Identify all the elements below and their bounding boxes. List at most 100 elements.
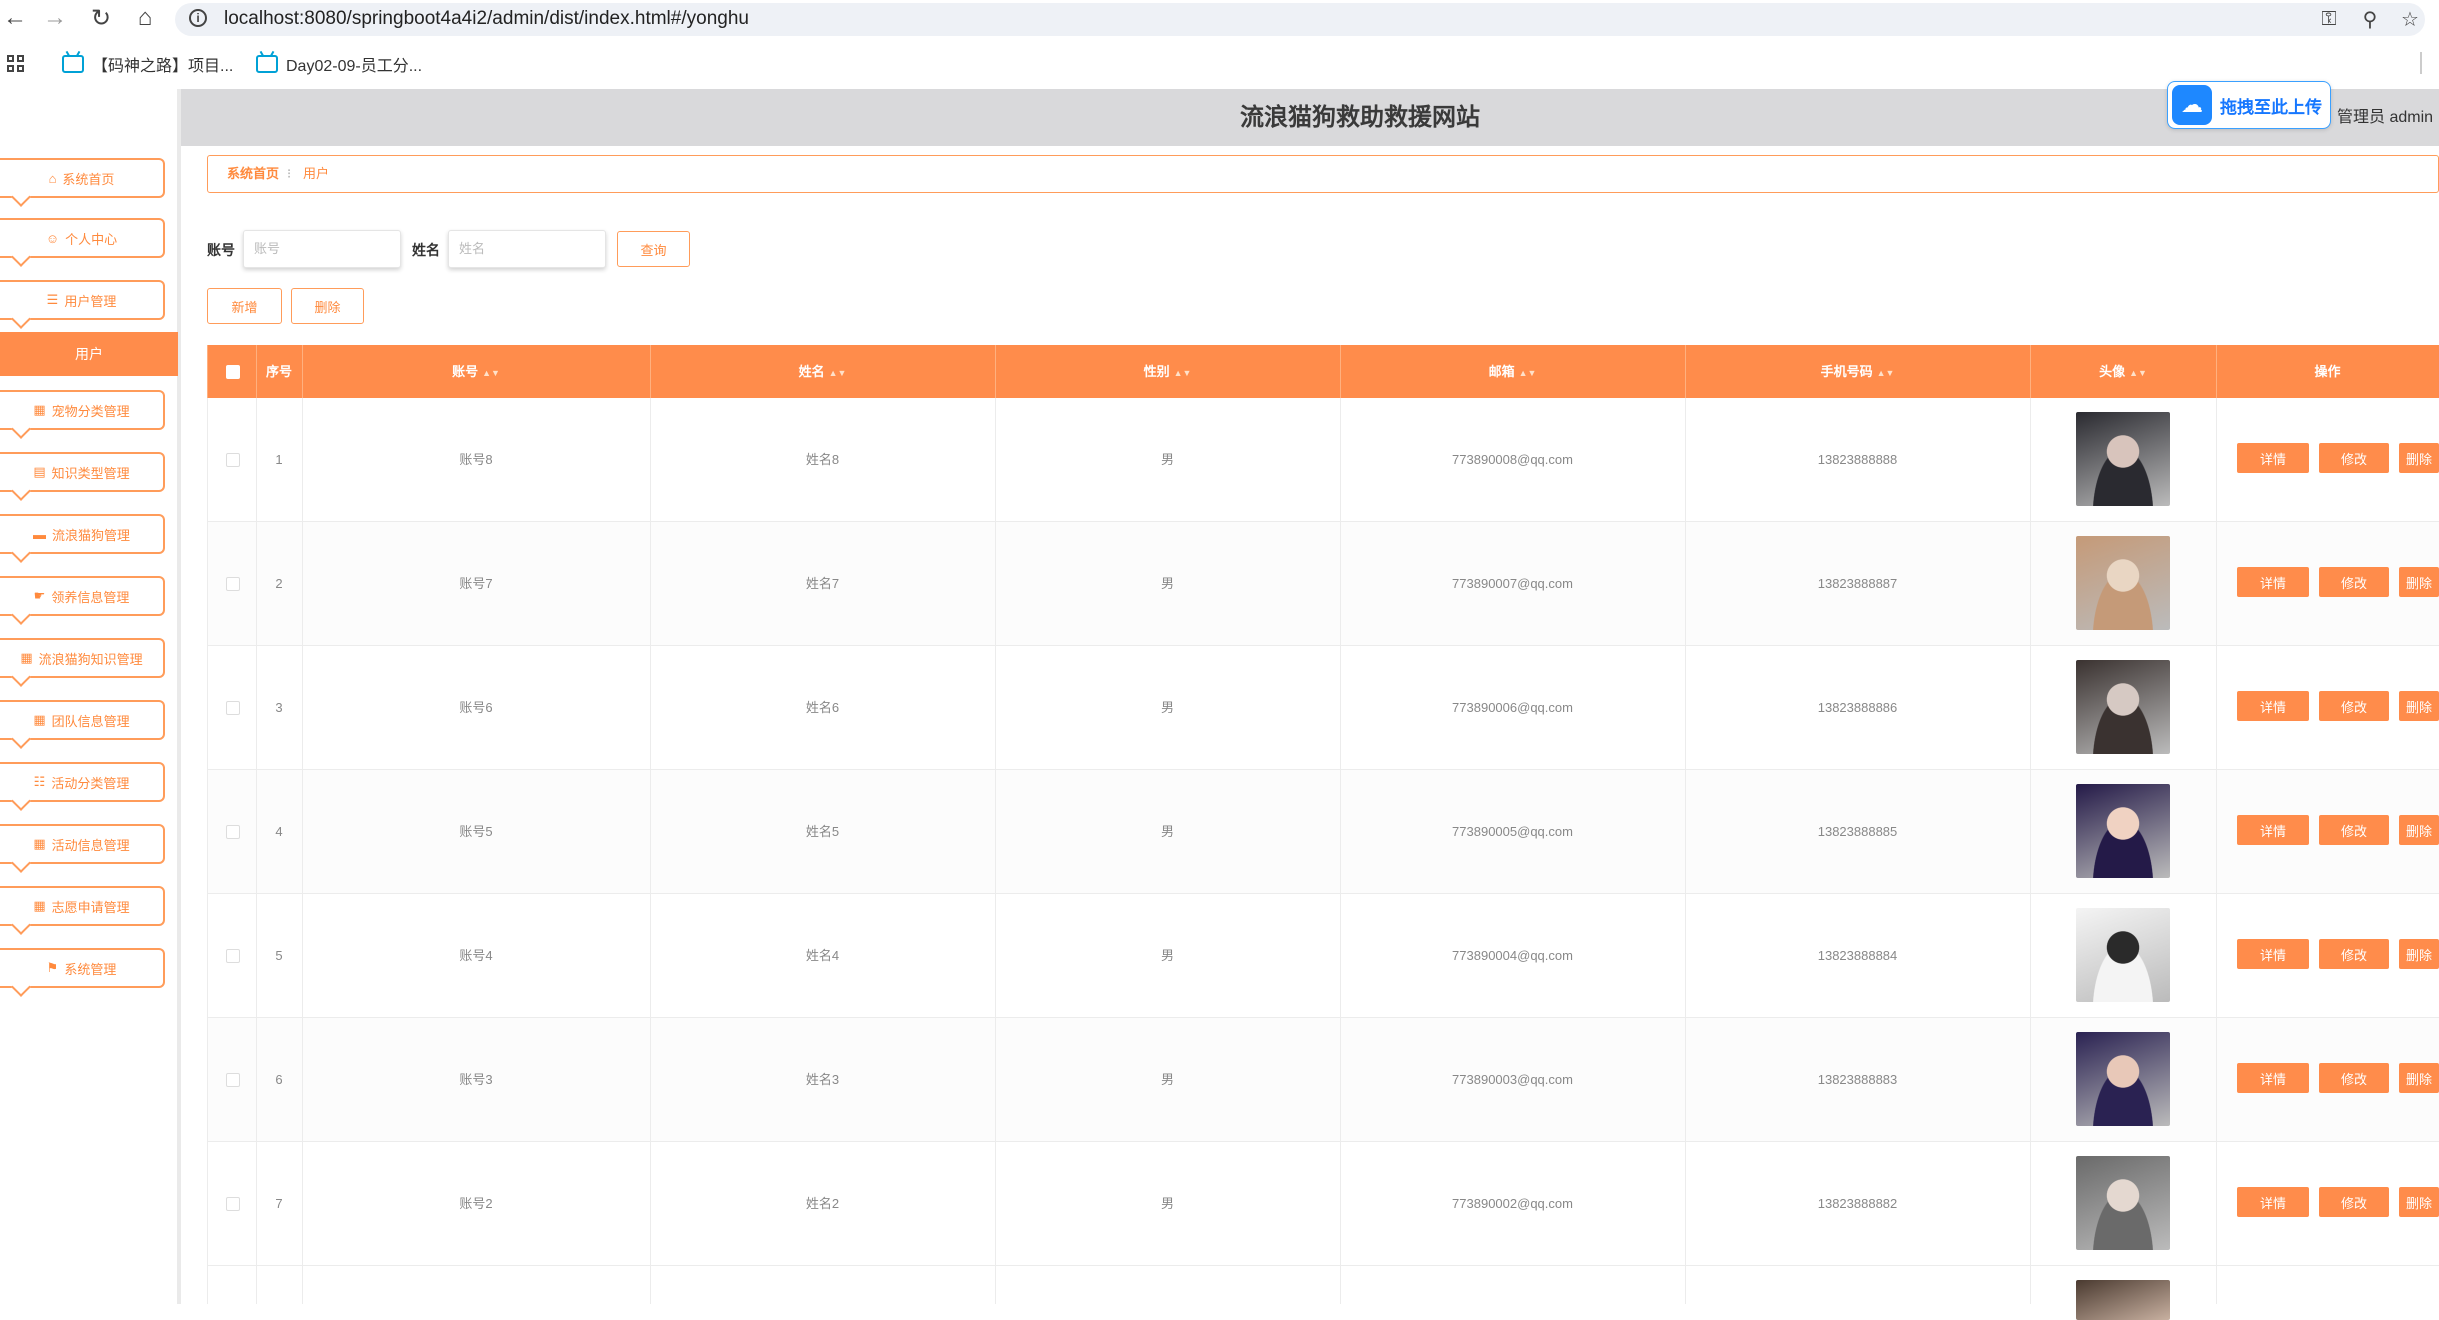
delete-row-button[interactable]: 删除	[2399, 1063, 2439, 1093]
cell-name: 姓名2	[805, 1196, 840, 1211]
column-header-gender[interactable]: 性别 ▲▼	[995, 345, 1340, 398]
bookmark-item[interactable]: 【码神之路】项目...	[62, 51, 233, 77]
edit-row-button[interactable]: 修改	[2319, 567, 2389, 597]
edit-row-button[interactable]: 修改	[2319, 1187, 2389, 1217]
breadcrumb-home-link[interactable]: 系统首页	[227, 164, 279, 184]
cell-index: 3	[275, 700, 283, 715]
detail-row-button[interactable]: 详情	[2237, 815, 2309, 845]
sort-caret-icon: ▲▼	[2129, 368, 2147, 378]
add-button[interactable]: 新增	[207, 288, 282, 324]
column-divider	[650, 345, 651, 398]
cell-email: 773890007@qq.com	[1452, 576, 1573, 591]
bookmark-item[interactable]: Day02-09-员工分...	[256, 51, 422, 77]
row-checkbox[interactable]	[226, 701, 240, 715]
column-header-avatar[interactable]: 头像 ▲▼	[2030, 345, 2216, 398]
password-key-icon[interactable]: ⚿	[2315, 5, 2343, 33]
user-avatar[interactable]	[2076, 536, 2170, 630]
detail-row-button[interactable]: 详情	[2237, 939, 2309, 969]
forward-arrow-icon[interactable]: →	[40, 3, 70, 33]
row-checkbox[interactable]	[226, 453, 240, 467]
detail-row-button[interactable]: 详情	[2237, 1187, 2309, 1217]
upload-dropzone[interactable]: ☁ 拖拽至此上传	[2167, 81, 2331, 129]
row-checkbox[interactable]	[226, 1197, 240, 1211]
grid-icon: ▦	[33, 898, 46, 913]
detail-row-button[interactable]: 详情	[2237, 567, 2309, 597]
url-text[interactable]: localhost:8080/springboot4a4i2/admin/dis…	[224, 6, 749, 32]
account-search-input[interactable]: 账号	[243, 230, 401, 268]
grid-icon: ▦	[33, 836, 46, 851]
row-checkbox[interactable]	[226, 825, 240, 839]
back-arrow-icon[interactable]: ←	[0, 3, 30, 33]
column-divider	[2030, 345, 2031, 398]
delete-row-button[interactable]: 删除	[2399, 1187, 2439, 1217]
edit-row-button[interactable]: 修改	[2319, 691, 2389, 721]
sidebar-item-label: 系统首页	[62, 171, 115, 187]
zoom-icon[interactable]: ⚲	[2356, 5, 2384, 33]
account-label: 账号	[207, 242, 235, 258]
bookmarks-divider	[2420, 52, 2422, 74]
detail-row-button[interactable]: 详情	[2237, 443, 2309, 473]
column-divider	[2216, 345, 2217, 398]
delete-button[interactable]: 删除	[291, 288, 364, 324]
user-avatar[interactable]	[2076, 660, 2170, 754]
row-checkbox[interactable]	[226, 949, 240, 963]
delete-row-button[interactable]: 删除	[2399, 815, 2439, 845]
edit-row-button[interactable]: 修改	[2319, 443, 2389, 473]
upload-label: 拖拽至此上传	[2220, 97, 2322, 117]
cell-index: 4	[275, 824, 283, 839]
apps-grid-icon[interactable]	[7, 55, 24, 72]
user-avatar[interactable]	[2076, 908, 2170, 1002]
column-header-actions: 操作	[2314, 364, 2341, 379]
cell-gender: 男	[1160, 1072, 1174, 1087]
row-checkbox[interactable]	[226, 1073, 240, 1087]
cell-index: 5	[275, 948, 283, 963]
admin-user-label[interactable]: 管理员 admin	[2337, 104, 2433, 132]
detail-row-button[interactable]: 详情	[2237, 691, 2309, 721]
reload-icon[interactable]: ↻	[86, 3, 116, 33]
user-avatar[interactable]	[2076, 412, 2170, 506]
user-avatar[interactable]	[2076, 1032, 2170, 1126]
column-header-account[interactable]: 账号 ▲▼	[302, 345, 650, 398]
cell-email: 773890008@qq.com	[1452, 452, 1573, 467]
cell-email: 773890003@qq.com	[1452, 1072, 1573, 1087]
cell-account: 账号3	[459, 1072, 493, 1087]
user-avatar[interactable]	[2076, 1156, 2170, 1250]
user-icon: ☺	[45, 230, 60, 246]
sidebar-item-label: 流浪猫狗管理	[51, 527, 130, 543]
column-divider	[256, 398, 257, 1304]
name-search-input[interactable]: 姓名	[448, 230, 606, 268]
delete-row-button[interactable]: 删除	[2399, 691, 2439, 721]
query-button[interactable]: 查询	[617, 231, 690, 267]
sort-caret-icon: ▲▼	[828, 368, 847, 378]
detail-row-button[interactable]: 详情	[2237, 1063, 2309, 1093]
breadcrumb	[207, 155, 2439, 193]
cell-phone: 13823888887	[1817, 576, 1898, 591]
cloud-upload-icon: ☁	[2172, 85, 2212, 125]
user-avatar[interactable]	[2076, 1280, 2170, 1320]
column-header-name[interactable]: 姓名 ▲▼	[650, 345, 995, 398]
sidebar-item-label: 团队信息管理	[51, 713, 130, 729]
site-info-icon[interactable]: i	[189, 9, 207, 27]
cell-email: 773890005@qq.com	[1452, 824, 1573, 839]
delete-row-button[interactable]: 删除	[2399, 939, 2439, 969]
row-checkbox[interactable]	[226, 577, 240, 591]
cell-phone: 13823888888	[1817, 452, 1898, 467]
grid-icon: ▦	[20, 650, 33, 665]
edit-row-button[interactable]: 修改	[2319, 815, 2389, 845]
bookmark-star-icon[interactable]: ☆	[2396, 5, 2424, 33]
select-all-checkbox[interactable]	[226, 365, 240, 379]
user-avatar[interactable]	[2076, 784, 2170, 878]
edit-row-button[interactable]: 修改	[2319, 939, 2389, 969]
cell-phone: 13823888882	[1817, 1196, 1898, 1211]
submenu-item-user[interactable]: 用户	[0, 332, 178, 376]
delete-row-button[interactable]: 删除	[2399, 567, 2439, 597]
column-header-phone[interactable]: 手机号码 ▲▼	[1685, 345, 2030, 398]
delete-row-button[interactable]: 删除	[2399, 443, 2439, 473]
apps-icon: ☷	[33, 774, 46, 789]
cell-gender: 男	[1160, 1196, 1174, 1211]
edit-row-button[interactable]: 修改	[2319, 1063, 2389, 1093]
column-header-email[interactable]: 邮箱 ▲▼	[1340, 345, 1685, 398]
cell-gender: 男	[1160, 948, 1174, 963]
home-icon[interactable]: ⌂	[130, 3, 160, 33]
sort-caret-icon: ▲▼	[1518, 368, 1537, 378]
